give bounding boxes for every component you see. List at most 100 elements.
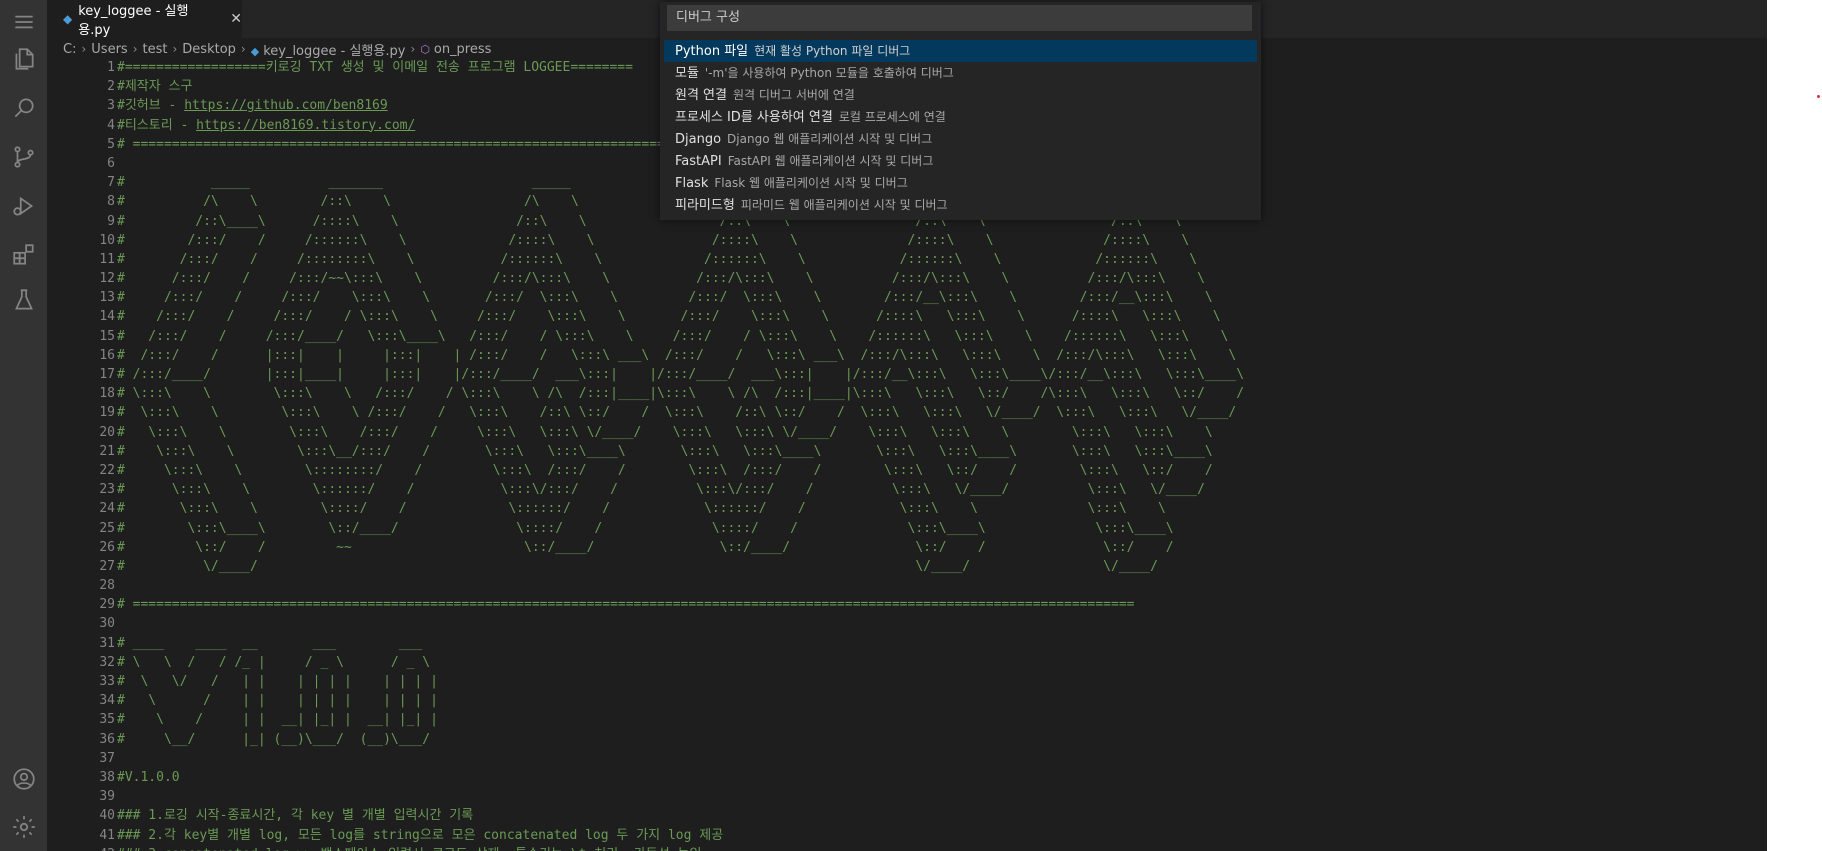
code-line[interactable] xyxy=(117,614,1757,633)
code-line[interactable]: # /:::/ / /::::::\ \ /::::\ \ /::::\ \ /… xyxy=(117,231,1757,250)
code-text: # /:::/ / /:::/ \:::\ \ /:::/ \:::\ \ /:… xyxy=(117,290,1213,306)
code-line[interactable]: # \:::\ \ \:::\ \ /:::/ / \:::\ /::\ \::… xyxy=(117,403,1757,422)
code-line[interactable]: # \ \ / / /_ | / _ \ / _ \ xyxy=(117,653,1757,672)
quick-pick-item[interactable]: 피라미드형 피라미드 웹 애플리케이션 시작 및 디버그 xyxy=(664,194,1257,216)
quick-pick-item[interactable]: 모듈 '-m'을 사용하여 Python 모듈을 호출하여 디버그 xyxy=(664,62,1257,84)
line-number: 23 xyxy=(99,482,115,498)
line-number: 20 xyxy=(99,424,115,440)
code-line[interactable]: # \:::\ \ \::::/ / \::::::/ / \::::::/ /… xyxy=(117,499,1757,518)
code-line[interactable]: ### 1.로깅 시작-종료시간, 각 key 별 개별 입력시간 기록 xyxy=(117,806,1757,825)
close-icon[interactable]: ✕ xyxy=(230,11,242,27)
breadcrumb-item[interactable]: ⬡ on_press xyxy=(420,42,491,57)
code-text: ### 2.각 key별 개별 log, 모든 log를 string으로 모은… xyxy=(117,827,724,843)
code-text: #==================키로깅 TXT 생성 및 이메일 전송 프… xyxy=(117,60,633,75)
code-line[interactable]: # /:::/ / /:::/ \:::\ \ /:::/ \:::\ \ /:… xyxy=(117,288,1757,307)
code-line[interactable]: # \ \/ / | | | | | | | | | | xyxy=(117,672,1757,691)
code-line[interactable]: # /:::/ / /:::/~~\:::\ \ /:::/\:::\ \ /:… xyxy=(117,269,1757,288)
search-icon[interactable] xyxy=(8,92,40,124)
line-number: 42 xyxy=(47,845,125,851)
run-debug-icon[interactable] xyxy=(8,190,40,222)
line-number: 14 xyxy=(99,309,115,325)
quick-pick-item[interactable]: FastAPI FastAPI 웹 애플리케이션 시작 및 디버그 xyxy=(664,150,1257,172)
code-link[interactable]: https://ben8169.tistory.com/ xyxy=(196,118,415,133)
breadcrumb-item[interactable]: Desktop xyxy=(182,42,236,57)
breadcrumb-separator-icon: › xyxy=(172,42,178,56)
code-line[interactable]: # /:::/ / /:::/____/ \:::\____\ /:::/ / … xyxy=(117,327,1757,346)
code-line[interactable]: # /:::/____/ |:::|____| |:::| |/:::/____… xyxy=(117,365,1757,384)
code-text: # \:::\ \ \:::\ \ /:::/ / \:::\ /::\ \::… xyxy=(117,405,1237,421)
testing-icon[interactable] xyxy=(8,284,40,316)
method-icon: ⬡ xyxy=(420,42,430,56)
line-number: 25 xyxy=(99,520,115,536)
line-number: 12 xyxy=(99,271,115,287)
code-text: #제작자 스구 xyxy=(117,79,193,95)
code-line[interactable]: # /:::/ / /::::::::\ \ /::::::\ \ /:::::… xyxy=(117,250,1757,269)
breadcrumb-label: Desktop xyxy=(182,41,236,57)
code-line[interactable]: # \:::\ \ \:::\ /:::/ / \:::\ \:::\ \/__… xyxy=(117,423,1757,442)
line-number: 8 xyxy=(107,194,115,210)
breadcrumb-item[interactable]: C: xyxy=(63,42,76,57)
tab-key-loggee[interactable]: ◆ key_loggee - 실행용.py ✕ xyxy=(47,0,242,38)
code-line[interactable] xyxy=(117,576,1757,595)
quick-pick-item[interactable]: 프로세스 ID를 사용하여 연결 로컬 프로세스에 연결 xyxy=(664,106,1257,128)
code-line[interactable]: # \:::\ \ \:::\__/:::/ / \:::\ \:::\____… xyxy=(117,442,1757,461)
quick-pick-item[interactable]: Python 파일 현재 활성 Python 파일 디버그 xyxy=(664,40,1257,62)
code-line[interactable]: # \::/ / ~~ \::/____/ \::/____/ \::/ / \… xyxy=(117,538,1757,557)
code-link[interactable]: https://github.com/ben8169 xyxy=(184,98,388,113)
code-line[interactable]: # ======================================… xyxy=(117,595,1757,614)
quick-pick-item-label: 프로세스 ID를 사용하여 연결 xyxy=(675,110,833,125)
line-number: 10 xyxy=(99,232,115,248)
code-text: # \ \ / / /_ | / _ \ / _ \ xyxy=(117,654,431,670)
extensions-icon[interactable] xyxy=(8,239,40,271)
code-line[interactable]: # \ / | | | | | | | | | | xyxy=(117,691,1757,710)
code-text: # \:::\ \ \::::::::/ / \:::\ /:::/ / \::… xyxy=(117,462,1213,478)
code-text: # /:::/ / |:::| | |:::| | /:::/ / \:::\ … xyxy=(117,347,1237,363)
quick-pick-input[interactable]: 디버그 구성 xyxy=(667,5,1252,31)
breadcrumb-item[interactable]: ◆ key_loggee - 실행용.py xyxy=(251,40,406,59)
line-number: 16 xyxy=(99,347,115,363)
settings-gear-icon[interactable] xyxy=(8,811,40,843)
code-line[interactable]: # \/____/ \/____/ \/____/ xyxy=(117,557,1757,576)
quick-pick-item-description: FastAPI 웹 애플리케이션 시작 및 디버그 xyxy=(727,154,934,168)
code-line[interactable]: #V.1.0.0 xyxy=(117,768,1757,787)
breadcrumb-item[interactable]: test xyxy=(143,42,168,57)
line-number: 15 xyxy=(99,328,115,344)
account-icon[interactable] xyxy=(8,763,40,795)
quick-pick-item[interactable]: 원격 연결 원격 디버그 서버에 연결 xyxy=(664,84,1257,106)
breadcrumb-item[interactable]: Users xyxy=(91,42,127,57)
code-line[interactable]: # \ / | | __| |_| | __| |_| | xyxy=(117,710,1757,729)
quick-pick-item-description: '-m'을 사용하여 Python 모듈을 호출하여 디버그 xyxy=(704,66,954,80)
line-number-gutter: 1 2 3 4 5 6 7 8 9 10 11 12 13 14 15 16 17 18 19 20 21 22 23 24 2… xyxy=(47,58,125,851)
quick-pick-item[interactable]: Flask Flask 웹 애플리케이션 시작 및 디버그 xyxy=(664,172,1257,194)
line-number: 26 xyxy=(99,539,115,555)
code-line[interactable]: # /:::/ / |:::| | |:::| | /:::/ / \:::\ … xyxy=(117,346,1757,365)
line-number: 31 xyxy=(99,635,115,651)
python-file-icon: ◆ xyxy=(250,44,260,58)
explorer-icon[interactable] xyxy=(8,43,40,75)
code-line[interactable]: ### 2.각 key별 개별 log, 모든 log를 string으로 모은… xyxy=(117,826,1757,845)
breadcrumb-separator-icon: › xyxy=(410,42,416,56)
code-text: # /:::/ / /:::/~~\:::\ \ /:::/\:::\ \ /:… xyxy=(117,271,1205,287)
indicator-dot xyxy=(1817,95,1820,98)
quick-pick-item[interactable]: Django Django 웹 애플리케이션 시작 및 디버그 xyxy=(664,128,1257,150)
line-number: 28 xyxy=(99,578,115,594)
code-line[interactable]: # /:::/ / /:::/ / \:::\ \ /:::/ \:::\ \ … xyxy=(117,307,1757,326)
code-text: #깃허브 - xyxy=(117,98,185,114)
code-text: # /:::/ / /::::::::\ \ /::::::\ \ /:::::… xyxy=(117,251,1198,267)
quick-pick-item-label: 원격 연결 xyxy=(675,88,727,103)
code-line[interactable]: # \:::\ \ \:::\ \ /:::/ / \:::\ \ /\ /::… xyxy=(117,384,1757,403)
code-line[interactable]: # \:::\ \ \::::::::/ / \:::\ /:::/ / \::… xyxy=(117,461,1757,480)
code-line[interactable]: # \:::\ \ \::::::/ / \:::\/:::/ / \:::\/… xyxy=(117,480,1757,499)
code-line[interactable]: ### 3.concatenated log >> 백스페이스 입력시 로그도 … xyxy=(117,845,1757,851)
source-control-icon[interactable] xyxy=(8,141,40,173)
menu-icon[interactable] xyxy=(8,6,40,38)
code-line[interactable]: # ____ ____ __ ___ ___ xyxy=(117,634,1757,653)
code-line[interactable]: # \__/ |_| (__)\___/ (__)\___/ xyxy=(117,730,1757,749)
code-line[interactable] xyxy=(117,787,1757,806)
code-text: # \::/ / ~~ \::/____/ \::/____/ \::/ / \… xyxy=(117,539,1174,555)
code-text: # ____ ____ __ ___ ___ xyxy=(117,635,423,651)
code-text: # \__/ |_| (__)\___/ (__)\___/ xyxy=(117,731,431,747)
quick-pick-item-description: 피라미드 웹 애플리케이션 시작 및 디버그 xyxy=(740,198,948,212)
code-line[interactable] xyxy=(117,749,1757,768)
code-line[interactable]: # \:::\____\ \::/____/ \::::/ / \::::/ /… xyxy=(117,519,1757,538)
